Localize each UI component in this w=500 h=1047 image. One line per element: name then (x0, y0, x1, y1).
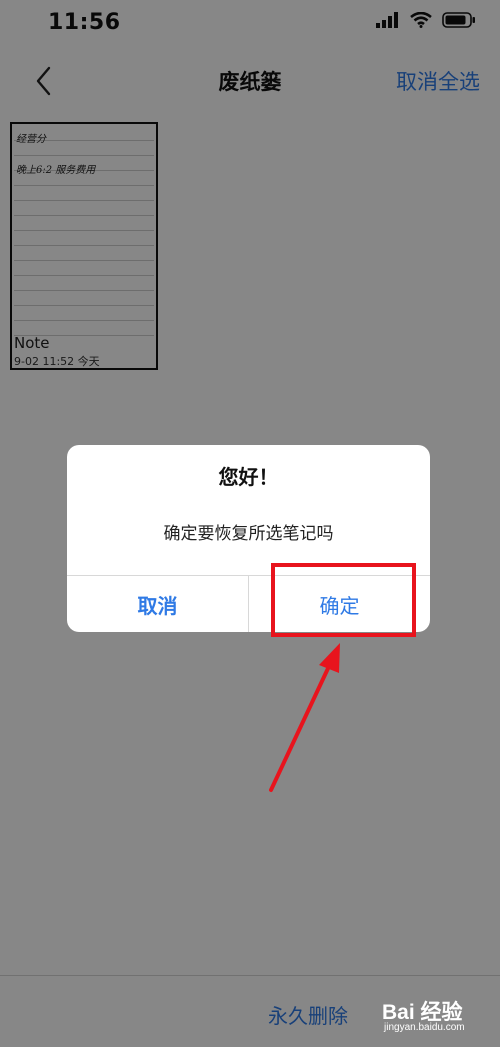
cancel-button[interactable]: 取消 (67, 576, 248, 632)
dialog-message: 确定要恢复所选笔记吗 (163, 524, 334, 544)
dialog-title: 您好！ (218, 465, 279, 489)
watermark-logo: Bai 经验 jingyan.baidu.com (382, 996, 498, 1040)
watermark-url: jingyan.baidu.com (384, 1022, 465, 1033)
annotation-highlight-box (271, 563, 416, 637)
